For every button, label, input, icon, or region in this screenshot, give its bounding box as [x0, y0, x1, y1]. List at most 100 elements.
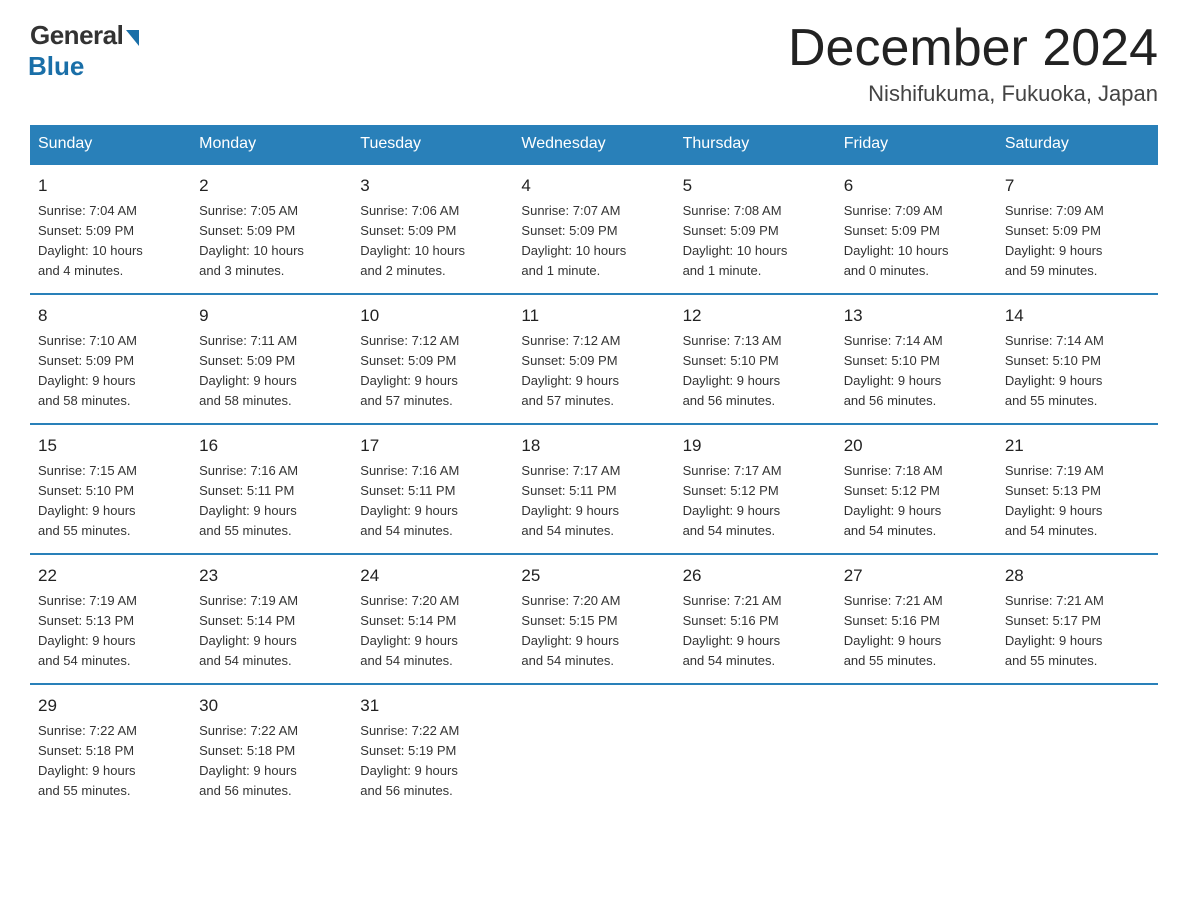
day-info: Sunrise: 7:16 AMSunset: 5:11 PMDaylight:… — [199, 461, 344, 542]
day-info: Sunrise: 7:22 AMSunset: 5:19 PMDaylight:… — [360, 721, 505, 802]
calendar-day-cell: 25Sunrise: 7:20 AMSunset: 5:15 PMDayligh… — [513, 554, 674, 684]
day-info: Sunrise: 7:20 AMSunset: 5:14 PMDaylight:… — [360, 591, 505, 672]
day-number: 24 — [360, 563, 505, 589]
day-number: 9 — [199, 303, 344, 329]
day-number: 7 — [1005, 173, 1150, 199]
title-block: December 2024 Nishifukuma, Fukuoka, Japa… — [788, 20, 1158, 107]
day-number: 14 — [1005, 303, 1150, 329]
calendar-day-cell: 4Sunrise: 7:07 AMSunset: 5:09 PMDaylight… — [513, 164, 674, 294]
day-number: 13 — [844, 303, 989, 329]
calendar-week-row: 1Sunrise: 7:04 AMSunset: 5:09 PMDaylight… — [30, 164, 1158, 294]
calendar-day-cell: 5Sunrise: 7:08 AMSunset: 5:09 PMDaylight… — [675, 164, 836, 294]
calendar-day-cell: 17Sunrise: 7:16 AMSunset: 5:11 PMDayligh… — [352, 424, 513, 554]
calendar-header-row: SundayMondayTuesdayWednesdayThursdayFrid… — [30, 125, 1158, 164]
day-info: Sunrise: 7:21 AMSunset: 5:16 PMDaylight:… — [683, 591, 828, 672]
calendar-header-tuesday: Tuesday — [352, 125, 513, 164]
day-info: Sunrise: 7:12 AMSunset: 5:09 PMDaylight:… — [521, 331, 666, 412]
calendar-day-cell: 15Sunrise: 7:15 AMSunset: 5:10 PMDayligh… — [30, 424, 191, 554]
calendar-day-cell: 19Sunrise: 7:17 AMSunset: 5:12 PMDayligh… — [675, 424, 836, 554]
day-info: Sunrise: 7:15 AMSunset: 5:10 PMDaylight:… — [38, 461, 183, 542]
calendar-day-cell — [513, 684, 674, 813]
calendar-day-cell: 8Sunrise: 7:10 AMSunset: 5:09 PMDaylight… — [30, 294, 191, 424]
calendar-day-cell — [675, 684, 836, 813]
calendar-day-cell — [836, 684, 997, 813]
day-info: Sunrise: 7:09 AMSunset: 5:09 PMDaylight:… — [1005, 201, 1150, 282]
calendar-day-cell: 13Sunrise: 7:14 AMSunset: 5:10 PMDayligh… — [836, 294, 997, 424]
calendar-day-cell: 1Sunrise: 7:04 AMSunset: 5:09 PMDaylight… — [30, 164, 191, 294]
calendar-day-cell: 21Sunrise: 7:19 AMSunset: 5:13 PMDayligh… — [997, 424, 1158, 554]
day-number: 12 — [683, 303, 828, 329]
day-info: Sunrise: 7:07 AMSunset: 5:09 PMDaylight:… — [521, 201, 666, 282]
day-number: 25 — [521, 563, 666, 589]
calendar-week-row: 22Sunrise: 7:19 AMSunset: 5:13 PMDayligh… — [30, 554, 1158, 684]
calendar-day-cell: 31Sunrise: 7:22 AMSunset: 5:19 PMDayligh… — [352, 684, 513, 813]
day-info: Sunrise: 7:12 AMSunset: 5:09 PMDaylight:… — [360, 331, 505, 412]
calendar-header-sunday: Sunday — [30, 125, 191, 164]
day-number: 4 — [521, 173, 666, 199]
day-number: 28 — [1005, 563, 1150, 589]
day-number: 16 — [199, 433, 344, 459]
calendar-header-saturday: Saturday — [997, 125, 1158, 164]
calendar-day-cell: 3Sunrise: 7:06 AMSunset: 5:09 PMDaylight… — [352, 164, 513, 294]
day-number: 5 — [683, 173, 828, 199]
day-info: Sunrise: 7:19 AMSunset: 5:13 PMDaylight:… — [1005, 461, 1150, 542]
day-info: Sunrise: 7:18 AMSunset: 5:12 PMDaylight:… — [844, 461, 989, 542]
day-number: 3 — [360, 173, 505, 199]
day-info: Sunrise: 7:08 AMSunset: 5:09 PMDaylight:… — [683, 201, 828, 282]
day-number: 8 — [38, 303, 183, 329]
day-number: 10 — [360, 303, 505, 329]
calendar-day-cell: 10Sunrise: 7:12 AMSunset: 5:09 PMDayligh… — [352, 294, 513, 424]
day-info: Sunrise: 7:10 AMSunset: 5:09 PMDaylight:… — [38, 331, 183, 412]
day-info: Sunrise: 7:21 AMSunset: 5:16 PMDaylight:… — [844, 591, 989, 672]
calendar-header-thursday: Thursday — [675, 125, 836, 164]
calendar-day-cell — [997, 684, 1158, 813]
calendar-day-cell: 11Sunrise: 7:12 AMSunset: 5:09 PMDayligh… — [513, 294, 674, 424]
calendar-day-cell: 9Sunrise: 7:11 AMSunset: 5:09 PMDaylight… — [191, 294, 352, 424]
day-info: Sunrise: 7:21 AMSunset: 5:17 PMDaylight:… — [1005, 591, 1150, 672]
calendar-day-cell: 30Sunrise: 7:22 AMSunset: 5:18 PMDayligh… — [191, 684, 352, 813]
day-info: Sunrise: 7:06 AMSunset: 5:09 PMDaylight:… — [360, 201, 505, 282]
day-info: Sunrise: 7:22 AMSunset: 5:18 PMDaylight:… — [199, 721, 344, 802]
calendar-day-cell: 16Sunrise: 7:16 AMSunset: 5:11 PMDayligh… — [191, 424, 352, 554]
day-number: 6 — [844, 173, 989, 199]
day-info: Sunrise: 7:22 AMSunset: 5:18 PMDaylight:… — [38, 721, 183, 802]
day-number: 18 — [521, 433, 666, 459]
day-info: Sunrise: 7:14 AMSunset: 5:10 PMDaylight:… — [1005, 331, 1150, 412]
day-number: 2 — [199, 173, 344, 199]
day-number: 23 — [199, 563, 344, 589]
calendar-day-cell: 22Sunrise: 7:19 AMSunset: 5:13 PMDayligh… — [30, 554, 191, 684]
day-info: Sunrise: 7:14 AMSunset: 5:10 PMDaylight:… — [844, 331, 989, 412]
logo-arrow-icon — [126, 30, 139, 46]
calendar-day-cell: 14Sunrise: 7:14 AMSunset: 5:10 PMDayligh… — [997, 294, 1158, 424]
day-info: Sunrise: 7:09 AMSunset: 5:09 PMDaylight:… — [844, 201, 989, 282]
calendar-day-cell: 27Sunrise: 7:21 AMSunset: 5:16 PMDayligh… — [836, 554, 997, 684]
calendar-table: SundayMondayTuesdayWednesdayThursdayFrid… — [30, 125, 1158, 813]
day-number: 1 — [38, 173, 183, 199]
day-number: 21 — [1005, 433, 1150, 459]
month-title: December 2024 — [788, 20, 1158, 77]
day-info: Sunrise: 7:19 AMSunset: 5:14 PMDaylight:… — [199, 591, 344, 672]
day-info: Sunrise: 7:04 AMSunset: 5:09 PMDaylight:… — [38, 201, 183, 282]
calendar-day-cell: 20Sunrise: 7:18 AMSunset: 5:12 PMDayligh… — [836, 424, 997, 554]
day-info: Sunrise: 7:19 AMSunset: 5:13 PMDaylight:… — [38, 591, 183, 672]
calendar-day-cell: 18Sunrise: 7:17 AMSunset: 5:11 PMDayligh… — [513, 424, 674, 554]
calendar-day-cell: 2Sunrise: 7:05 AMSunset: 5:09 PMDaylight… — [191, 164, 352, 294]
day-info: Sunrise: 7:05 AMSunset: 5:09 PMDaylight:… — [199, 201, 344, 282]
day-number: 29 — [38, 693, 183, 719]
calendar-week-row: 29Sunrise: 7:22 AMSunset: 5:18 PMDayligh… — [30, 684, 1158, 813]
calendar-day-cell: 12Sunrise: 7:13 AMSunset: 5:10 PMDayligh… — [675, 294, 836, 424]
day-number: 26 — [683, 563, 828, 589]
calendar-header-friday: Friday — [836, 125, 997, 164]
day-number: 17 — [360, 433, 505, 459]
day-info: Sunrise: 7:20 AMSunset: 5:15 PMDaylight:… — [521, 591, 666, 672]
day-info: Sunrise: 7:13 AMSunset: 5:10 PMDaylight:… — [683, 331, 828, 412]
day-number: 20 — [844, 433, 989, 459]
calendar-header-monday: Monday — [191, 125, 352, 164]
day-number: 27 — [844, 563, 989, 589]
logo-general-text: General — [30, 20, 123, 51]
calendar-day-cell: 28Sunrise: 7:21 AMSunset: 5:17 PMDayligh… — [997, 554, 1158, 684]
day-number: 30 — [199, 693, 344, 719]
day-number: 11 — [521, 303, 666, 329]
calendar-day-cell: 24Sunrise: 7:20 AMSunset: 5:14 PMDayligh… — [352, 554, 513, 684]
calendar-week-row: 15Sunrise: 7:15 AMSunset: 5:10 PMDayligh… — [30, 424, 1158, 554]
